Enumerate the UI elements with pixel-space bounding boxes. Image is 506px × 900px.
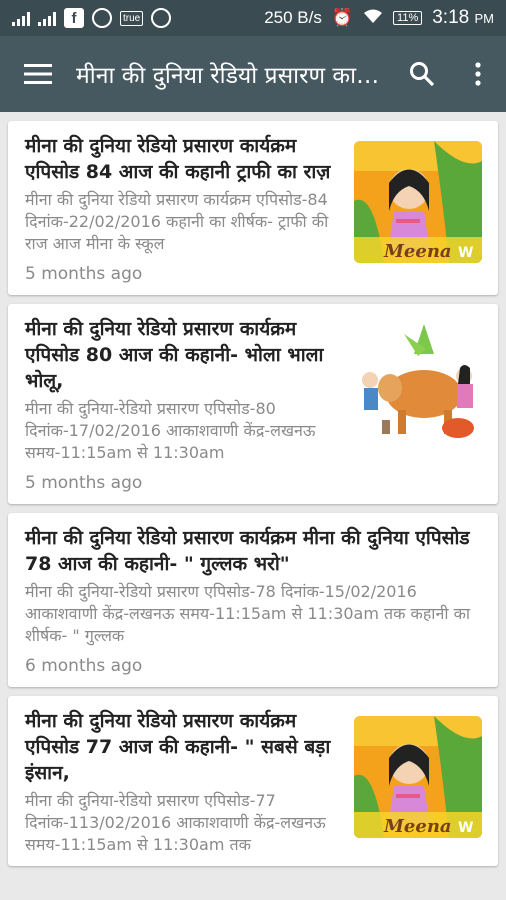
s-app-icon [92,8,112,28]
article-card[interactable]: मीना की दुनिया रेडियो प्रसारण कार्यक्रम … [8,304,498,504]
svg-text:W: W [458,245,473,261]
whatsapp-icon [151,8,172,28]
article-card[interactable]: मीना की दुनिया रेडियो प्रसारण कार्यक्रम … [8,696,498,866]
alarm-icon: ⏰ [331,8,354,27]
article-title: मीना की दुनिया रेडियो प्रसारण कार्यक्रम … [25,135,331,183]
svg-text:W: W [458,820,473,836]
overflow-menu-icon[interactable] [450,36,506,112]
article-summary: मीना की दुनिया-रेडियो प्रसारण एपिसोड-77 … [25,791,326,854]
article-title: मीना की दुनिया रेडियो प्रसारण कार्यक्रम … [25,710,331,784]
article-card[interactable]: मीना की दुनिया रेडियो प्रसारण कार्यक्रम … [8,121,498,295]
facebook-icon: f [64,8,84,28]
wifi-icon [363,8,383,29]
article-summary: मीना की दुनिया-रेडियो प्रसारण एपिसोड-78 … [25,582,470,645]
article-card[interactable]: मीना की दुनिया रेडियो प्रसारण कार्यक्रम … [8,513,498,687]
article-summary: मीना की दुनिया-रेडियो प्रसारण एपिसोड-80 … [25,399,316,462]
app-bar: मीना की दुनिया रेडियो प्रसारण कार्यक्रम [0,36,506,112]
battery-indicator: 11% [393,11,423,25]
cow-illustration-thumbnail [354,324,482,446]
article-time: 5 months ago [25,264,143,284]
article-list: मीना की दुनिया रेडियो प्रसारण कार्यक्रम … [0,112,506,900]
signal-1-icon [12,10,30,26]
article-time: 5 months ago [25,473,143,493]
meena-thumbnail: Meena W [354,716,482,838]
net-speed: 250 B/s [264,8,322,27]
app-title: मीना की दुनिया रेडियो प्रसारण कार्यक्रम [76,63,394,89]
clock: 3:18 PM [432,7,494,28]
article-summary: मीना की दुनिया रेडियो प्रसारण कार्यक्रम … [25,190,329,253]
signal-2-icon [38,10,56,26]
search-icon[interactable] [394,36,450,112]
thumb-caption: Meena [383,816,452,837]
status-bar: f true 250 B/s ⏰ 11% 3:18 PM [0,0,506,36]
thumb-caption: Meena [383,241,452,262]
article-time: 6 months ago [25,656,143,676]
hamburger-menu-icon[interactable] [0,36,76,112]
truecaller-icon: true [120,10,144,26]
article-title: मीना की दुनिया रेडियो प्रसारण कार्यक्रम … [25,318,324,392]
meena-thumbnail: Meena W [354,141,482,263]
article-title: मीना की दुनिया रेडियो प्रसारण कार्यक्रम … [25,527,470,575]
